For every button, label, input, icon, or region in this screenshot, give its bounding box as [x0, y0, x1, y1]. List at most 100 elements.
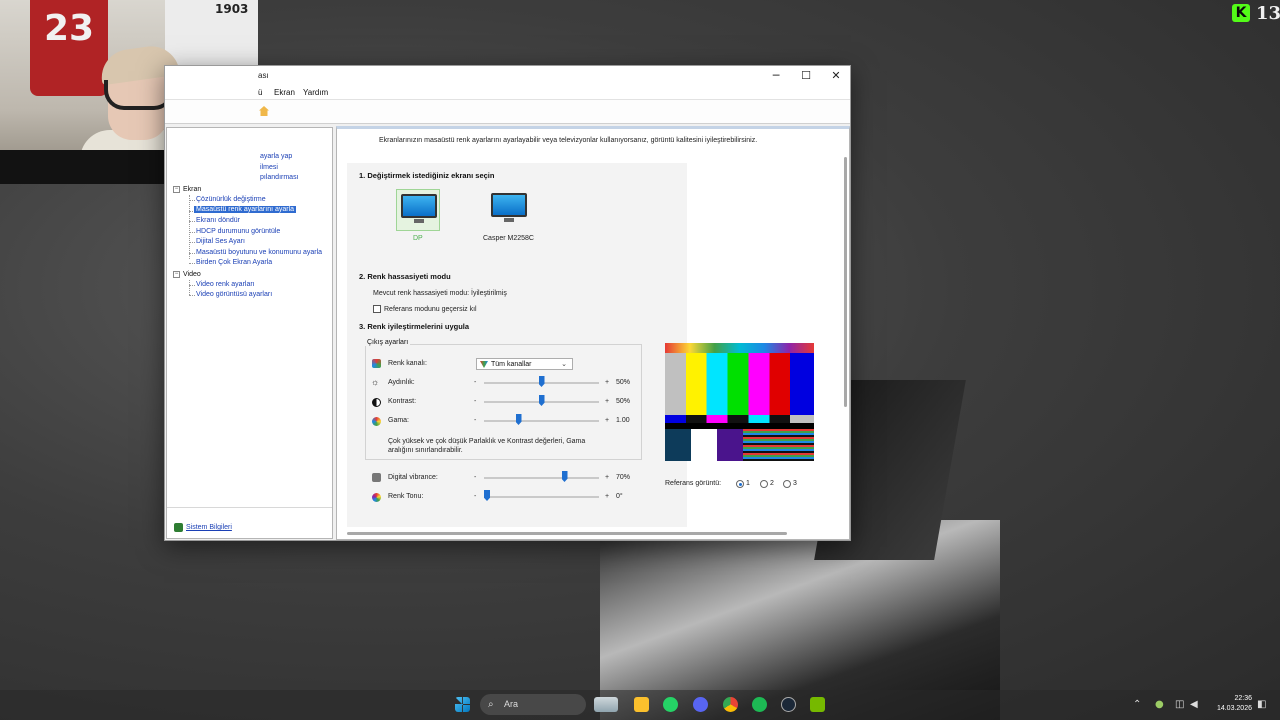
vertical-scrollbar[interactable]: [844, 157, 847, 407]
hue-plus[interactable]: +: [605, 493, 609, 500]
contrast-icon: [372, 398, 381, 407]
tree-guide: [189, 221, 195, 222]
reference-radio-1[interactable]: [736, 480, 744, 488]
search-label: Ara: [504, 699, 519, 709]
system-info-link[interactable]: Sistem Bilgileri: [186, 524, 232, 531]
gamma-label: Gama:: [388, 417, 410, 424]
tree-guide: [189, 280, 190, 295]
channel-select[interactable]: Tüm kanallar ⌄: [476, 358, 573, 370]
viewer-count: 13: [1256, 3, 1280, 24]
jersey-text: 1903: [215, 2, 249, 16]
tree-guide: [189, 253, 195, 254]
title-bar[interactable]: ası ─ ☐ ✕: [165, 66, 850, 86]
vibrance-plus[interactable]: +: [605, 474, 609, 481]
override-reference-checkbox[interactable]: [373, 305, 381, 313]
tree-item-desktop-color[interactable]: Masaüstü renk ayarlarını ayarla: [194, 206, 297, 213]
volume-icon[interactable]: ◀: [1190, 699, 1198, 710]
channel-icon: [372, 359, 381, 368]
vibrance-slider[interactable]: [484, 477, 599, 479]
tree-item-digital-audio[interactable]: Dijital Ses Ayarı: [196, 238, 245, 245]
minimize-button[interactable]: ─: [760, 66, 792, 86]
ekran-collapse-toggle[interactable]: −: [173, 186, 180, 193]
reference-radio-2-label[interactable]: 2: [770, 480, 774, 487]
maximize-button[interactable]: ☐: [790, 66, 822, 86]
menu-item-ekran[interactable]: Ekran: [274, 88, 295, 97]
gamma-plus[interactable]: +: [605, 417, 609, 424]
contrast-label: Kontrast:: [388, 398, 417, 405]
menu-bar: ü Ekran Yardım: [165, 86, 850, 100]
tree-item-top-0[interactable]: ayarla yap: [260, 153, 292, 160]
override-reference-label[interactable]: Referans modunu geçersiz kıl: [384, 306, 477, 313]
vibrance-value: 70%: [616, 474, 631, 481]
vibrance-minus[interactable]: -: [474, 474, 476, 481]
tree-item-resolution[interactable]: Çözünürlük değiştirme: [196, 196, 266, 203]
monitor-dp[interactable]: [396, 189, 440, 231]
control-panel-window: ası ─ ☐ ✕ ü Ekran Yardım ayarla yap ilme…: [164, 65, 851, 541]
tree-item-multiple-displays[interactable]: Birden Çok Ekran Ayarla: [196, 259, 272, 266]
monitor-dp-label[interactable]: DP: [413, 235, 423, 242]
reference-radio-3-label[interactable]: 3: [793, 480, 797, 487]
home-icon[interactable]: [259, 106, 269, 116]
spotify-icon[interactable]: [752, 697, 767, 712]
pattern-mid-bars: [665, 415, 814, 423]
range-warning: Çok yüksek ve çok düşük Parlaklık ve Kon…: [388, 438, 586, 454]
microphone-icon[interactable]: ●: [1155, 699, 1164, 710]
tree-item-top-1[interactable]: ilmesi: [260, 164, 278, 171]
reference-radio-1-label[interactable]: 1: [746, 480, 750, 487]
network-icon[interactable]: ◫: [1175, 699, 1184, 710]
vibrance-label: Digital vibrance:: [388, 474, 438, 481]
reference-radio-3[interactable]: [783, 480, 791, 488]
contrast-value: 50%: [616, 398, 631, 405]
pattern-gradient: [665, 343, 814, 353]
tree-item-video-image[interactable]: Video görüntüsü ayarları: [196, 291, 272, 298]
reference-test-pattern: [665, 343, 814, 461]
gamma-slider[interactable]: [484, 420, 599, 422]
pattern-white-block: [691, 429, 717, 461]
tree-item-top-2[interactable]: pılandırması: [260, 174, 299, 181]
brightness-plus[interactable]: +: [605, 379, 609, 386]
discord-icon[interactable]: [693, 697, 708, 712]
reference-radio-2[interactable]: [760, 480, 768, 488]
channel-select-value: Tüm kanallar: [491, 361, 532, 368]
nvidia-icon[interactable]: [810, 697, 825, 712]
tree-guide: [189, 232, 195, 233]
tree-node-ekran[interactable]: Ekran: [183, 186, 201, 193]
file-explorer-icon[interactable]: [634, 697, 649, 712]
toolbar: [165, 100, 850, 124]
brightness-value: 50%: [616, 379, 631, 386]
steam-icon[interactable]: [781, 697, 796, 712]
channel-label: Renk kanalı:: [388, 360, 427, 367]
tree-item-hdcp[interactable]: HDCP durumunu görüntüle: [196, 228, 280, 235]
weather-icon[interactable]: [594, 697, 618, 712]
intro-text: Ekranlarınızın masaüstü renk ayarlarını …: [379, 137, 758, 144]
chevron-up-icon[interactable]: ⌃: [1133, 699, 1141, 710]
tree-guide: [189, 285, 195, 286]
tree-item-desktop-size[interactable]: Masaüstü boyutunu ve konumunu ayarla: [196, 249, 322, 256]
horizontal-scrollbar[interactable]: [347, 532, 787, 535]
tree-item-rotate[interactable]: Ekranı döndür: [196, 217, 240, 224]
hue-minus[interactable]: -: [474, 493, 476, 500]
kick-logo-icon: K: [1232, 4, 1250, 22]
hue-slider[interactable]: [484, 496, 599, 498]
monitor-casper[interactable]: [487, 189, 531, 231]
tree-node-video[interactable]: Video: [183, 271, 201, 278]
taskbar-clock[interactable]: 22:36 14.03.2026: [1217, 694, 1252, 714]
menu-item-yardim[interactable]: Yardım: [303, 88, 328, 97]
system-info-icon[interactable]: [174, 523, 183, 532]
monitor-casper-label[interactable]: Casper M2258C: [483, 235, 534, 242]
close-button[interactable]: ✕: [820, 66, 852, 86]
brightness-minus[interactable]: -: [474, 379, 476, 386]
taskbar-search[interactable]: ⌕ Ara: [480, 694, 586, 715]
gamma-minus[interactable]: -: [474, 417, 476, 424]
video-collapse-toggle[interactable]: −: [173, 271, 180, 278]
tree-item-video-color[interactable]: Video renk ayarları: [196, 281, 255, 288]
red-jersey: 23: [30, 0, 108, 96]
menu-item-partial[interactable]: ü: [258, 88, 262, 97]
chrome-icon[interactable]: [723, 697, 738, 712]
sidebar-divider: [167, 507, 332, 508]
contrast-minus[interactable]: -: [474, 398, 476, 405]
rgb-icon: [480, 361, 488, 368]
whatsapp-icon[interactable]: [663, 697, 678, 712]
notification-icon[interactable]: ◧: [1257, 699, 1266, 710]
contrast-plus[interactable]: +: [605, 398, 609, 405]
